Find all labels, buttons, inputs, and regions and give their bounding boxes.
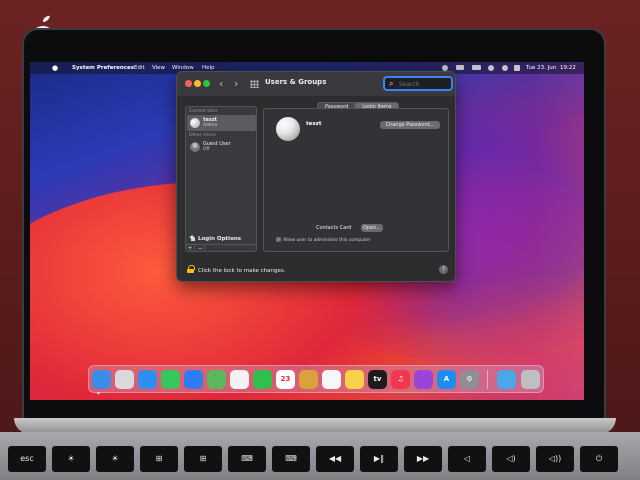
control-center-icon[interactable]	[514, 65, 520, 71]
notes-icon[interactable]	[345, 370, 364, 389]
apple-menu-icon[interactable]: ●	[52, 62, 58, 74]
sidebar-footer: + −	[186, 244, 256, 252]
guest-user-status: Off	[203, 147, 210, 152]
house-icon	[189, 235, 196, 241]
window-title: Users & Groups	[265, 78, 327, 86]
search-field[interactable]: ⌕	[383, 76, 453, 91]
mail-icon[interactable]	[184, 370, 203, 389]
guest-avatar-icon	[190, 142, 200, 152]
keyboard-key: ☀	[96, 446, 134, 472]
show-all-grid-icon[interactable]	[250, 80, 259, 88]
change-password-button[interactable]: Change Password...	[380, 121, 440, 129]
lock-text: Click the lock to make changes.	[198, 268, 286, 274]
folder-icon[interactable]	[497, 370, 516, 389]
users-groups-window: ‹ › Users & Groups ⌕ Password Login Item…	[176, 71, 456, 282]
calendar-icon[interactable]: 23	[276, 370, 295, 389]
zoom-window-button[interactable]	[203, 80, 210, 87]
keyboard-key: ◁)	[492, 446, 530, 472]
contacts-card-label: Contacts Card	[316, 225, 352, 231]
close-window-button[interactable]	[185, 80, 192, 87]
keyboard-key: ⊞	[184, 446, 222, 472]
menu-edit[interactable]: Edit	[134, 62, 145, 74]
keyboard-key: ▶‖	[360, 446, 398, 472]
magnifier-icon: ⌕	[389, 79, 394, 88]
detail-user-name: teszt	[306, 121, 322, 127]
menu-view[interactable]: View	[152, 62, 165, 74]
forward-chevron-icon[interactable]: ›	[234, 77, 238, 90]
trash-icon[interactable]	[521, 370, 540, 389]
photos-icon[interactable]	[230, 370, 249, 389]
dock: 23 tv ♫ A ⚙	[88, 365, 544, 393]
podcasts-icon[interactable]	[414, 370, 433, 389]
keyboard-key: ⊞	[140, 446, 178, 472]
keyboard-key: ⌨	[272, 446, 310, 472]
open-contacts-button[interactable]: Open...	[361, 224, 383, 232]
lock-icon[interactable]	[187, 265, 195, 273]
login-options-item[interactable]: Login Options	[189, 235, 241, 242]
keyboard-key: ⏻	[580, 446, 618, 472]
safari-icon[interactable]	[138, 370, 157, 389]
finder-icon[interactable]	[92, 370, 111, 389]
other-users-header: Other Users	[189, 133, 216, 138]
lock-row[interactable]: Click the lock to make changes.	[187, 265, 285, 274]
keyboard-icon[interactable]	[472, 65, 481, 70]
wifi-icon[interactable]	[488, 65, 494, 71]
facetime-icon[interactable]	[253, 370, 272, 389]
login-options-label: Login Options	[198, 236, 242, 242]
keyboard-key: ◁	[448, 446, 486, 472]
user-row-teszt[interactable]: teszt Admin	[187, 115, 256, 131]
golf-ball-avatar-large[interactable]	[276, 117, 300, 141]
add-user-button[interactable]: +	[186, 245, 195, 252]
keyboard-key: ☀	[52, 446, 90, 472]
keyboard-key: ◀◀	[316, 446, 354, 472]
menu-time[interactable]: 19:22	[560, 62, 576, 74]
user-role: Admin	[203, 123, 218, 128]
finder-running-indicator	[97, 392, 100, 394]
display-icon[interactable]	[456, 65, 464, 70]
admin-checkbox[interactable]: ✓	[276, 237, 281, 242]
contacts-icon[interactable]	[299, 370, 318, 389]
reminders-icon[interactable]	[322, 370, 341, 389]
system-preferences-icon[interactable]: ⚙	[460, 370, 479, 389]
maps-icon[interactable]	[207, 370, 226, 389]
keyboard-key: ◁))	[536, 446, 574, 472]
users-sidebar: Current User teszt Admin Other Users Gue…	[185, 106, 257, 252]
golf-ball-avatar	[190, 118, 200, 128]
current-user-header: Current User	[189, 109, 218, 114]
keyboard-key: ⌨	[228, 446, 266, 472]
keyboard-key: esc	[8, 446, 46, 472]
dock-separator	[487, 370, 488, 389]
tv-icon[interactable]: tv	[368, 370, 387, 389]
help-button[interactable]: ?	[439, 265, 448, 274]
admin-checkbox-row[interactable]: ✓ Allow user to administer this computer	[276, 237, 371, 243]
menu-app-name[interactable]: System Preferences	[72, 62, 134, 74]
music-icon[interactable]: ♫	[391, 370, 410, 389]
app-store-icon[interactable]: A	[437, 370, 456, 389]
admin-checkbox-label: Allow user to administer this computer	[283, 238, 371, 243]
user-detail-panel: teszt Change Password... Contacts Card O…	[263, 108, 449, 252]
launchpad-icon[interactable]	[115, 370, 134, 389]
search-icon[interactable]	[502, 65, 508, 71]
messages-icon[interactable]	[161, 370, 180, 389]
remove-user-button[interactable]: −	[196, 245, 205, 252]
back-chevron-icon[interactable]: ‹	[219, 77, 223, 90]
user-row-guest[interactable]: Guest User Off	[187, 139, 256, 155]
window-titlebar[interactable]: ‹ › Users & Groups ⌕	[177, 72, 455, 96]
search-input[interactable]	[399, 79, 449, 89]
keyboard-key: ▶▶	[404, 446, 442, 472]
minimize-window-button[interactable]	[194, 80, 201, 87]
menu-date[interactable]: Tue 23. Jun	[526, 62, 556, 74]
